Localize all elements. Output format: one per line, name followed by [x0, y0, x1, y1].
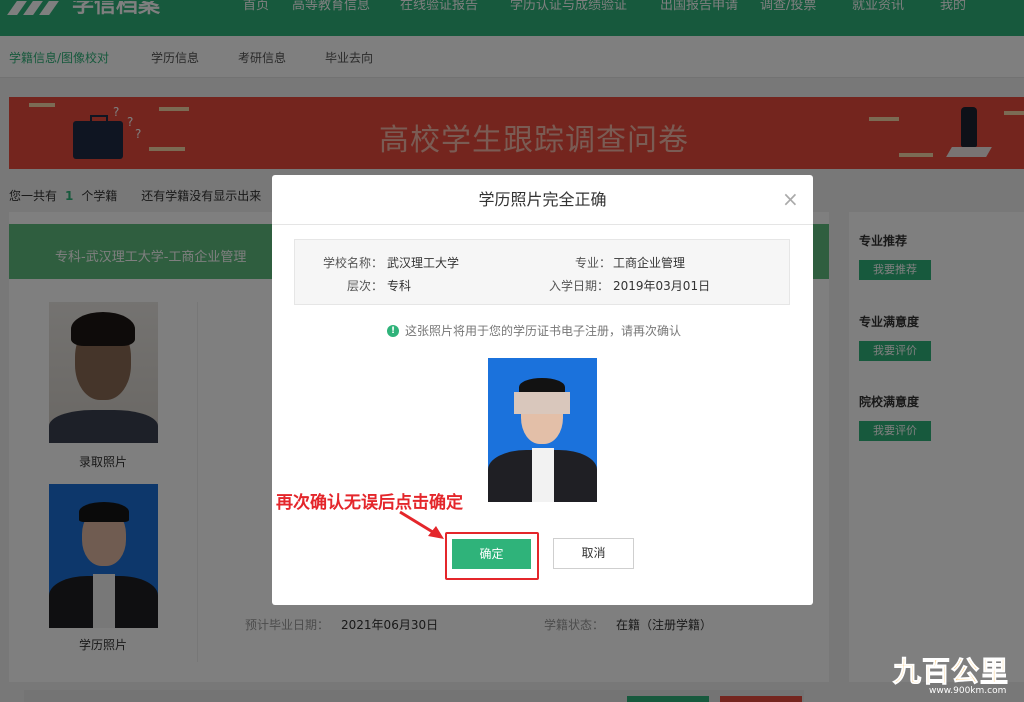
cancel-button[interactable]: 取消	[553, 538, 634, 569]
major-label: 专业：	[575, 256, 612, 270]
annotation-arrow-icon	[399, 510, 444, 539]
site-watermark: 九百公里 www.900km.com	[892, 650, 1024, 702]
major-value: 工商企业管理	[613, 256, 686, 270]
enroll-date-label: 入学日期：	[549, 279, 610, 293]
degree-photo-preview	[488, 358, 597, 502]
info-icon: !	[387, 324, 399, 337]
confirm-photo-dialog: 学历照片完全正确 × 学校名称： 武汉理工大学 专业： 工商企业管理 层次： 专…	[272, 175, 813, 605]
watermark-url: www.900km.com	[929, 686, 1007, 696]
confirm-tip-text: 这张照片将用于您的学历证书电子注册，请再次确认	[405, 324, 682, 338]
level-value: 专科	[387, 279, 412, 293]
student-info-box: 学校名称： 武汉理工大学 专业： 工商企业管理 层次： 专科 入学日期： 201…	[294, 239, 790, 305]
confirm-button[interactable]: 确定	[452, 539, 531, 569]
school-label: 学校名称：	[323, 256, 384, 270]
school-value: 武汉理工大学	[387, 256, 460, 270]
dialog-title: 学历照片完全正确	[272, 175, 813, 225]
confirm-tip: ! 这张照片将用于您的学历证书电子注册，请再次确认	[387, 322, 681, 339]
enroll-date-value: 2019年03月01日	[613, 279, 711, 293]
close-icon[interactable]: ×	[782, 187, 799, 211]
level-label: 层次：	[347, 279, 384, 293]
watermark-logo-text: 九百公里	[892, 655, 1010, 689]
